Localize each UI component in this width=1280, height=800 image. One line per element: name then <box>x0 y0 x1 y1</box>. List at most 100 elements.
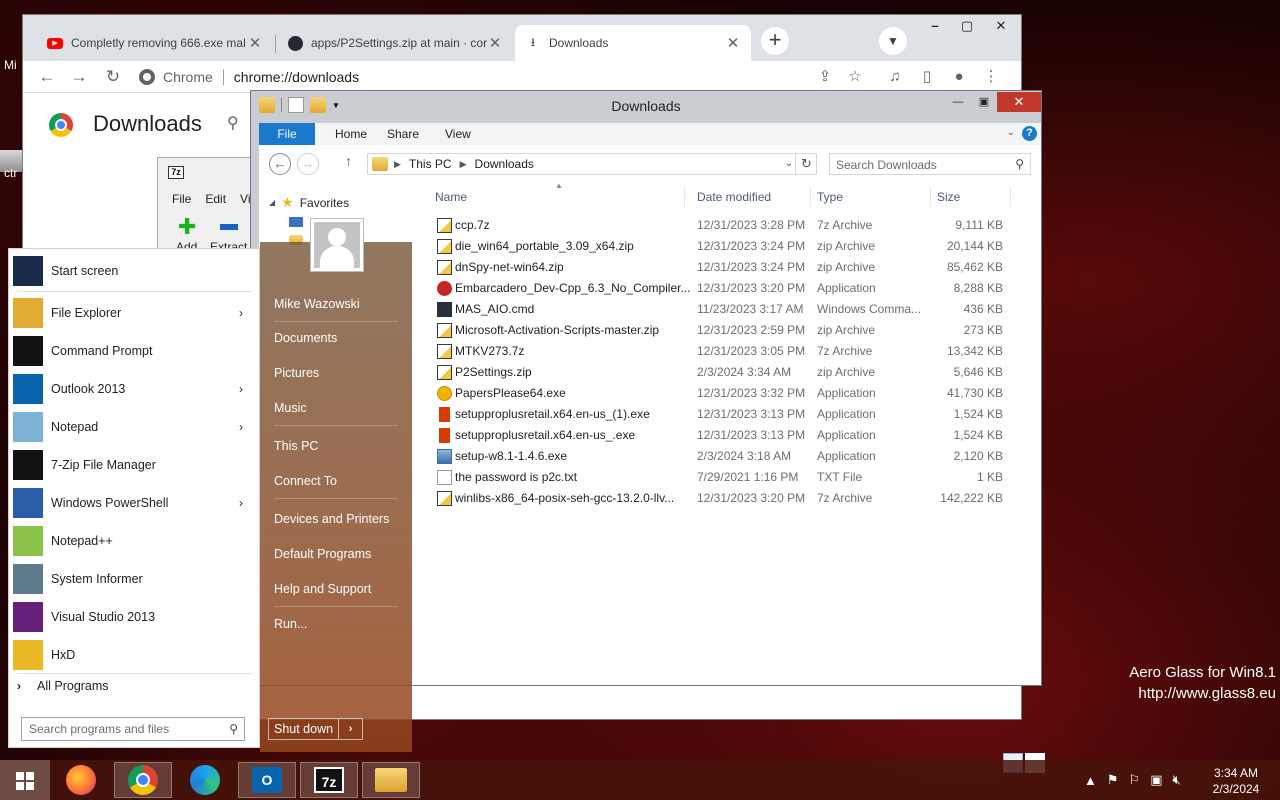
start-item-pictures[interactable]: Pictures <box>274 366 319 380</box>
show-hidden-icons-icon[interactable]: ▲ <box>1084 773 1097 788</box>
tab-home[interactable]: Home <box>321 123 381 145</box>
minimize-button[interactable]: – <box>919 15 951 37</box>
column-date[interactable]: Date modified <box>691 187 811 207</box>
new-tab-button[interactable]: + <box>761 27 789 55</box>
start-program-item[interactable]: File Explorer › <box>13 295 253 331</box>
file-row[interactable]: setupproplusretail.x64.en-us_.exe 12/31/2… <box>435 425 1025 446</box>
shutdown-options-arrow[interactable]: › <box>339 718 364 740</box>
desktop-icon-label[interactable]: Mi <box>4 58 17 72</box>
close-icon[interactable]: ✕ <box>247 34 263 52</box>
start-item-connect-to[interactable]: Connect To <box>274 474 337 488</box>
start-program-item[interactable]: Notepad › <box>13 409 253 445</box>
start-program-item[interactable]: HxD <box>13 637 253 673</box>
chevron-right-icon[interactable]: › <box>239 306 253 320</box>
file-row[interactable]: MAS_AIO.cmd 11/23/2023 3:17 AM Windows Com… <box>435 299 1025 320</box>
refresh-icon[interactable]: ↻ <box>795 153 817 175</box>
taskbar-firefox[interactable] <box>52 762 110 798</box>
up-button[interactable]: ↑ <box>345 153 352 169</box>
avatar[interactable] <box>310 218 364 272</box>
start-item-music[interactable]: Music <box>274 401 307 415</box>
tab-search-button[interactable]: ▼ <box>879 27 907 55</box>
profile-icon[interactable]: ● <box>949 67 969 87</box>
start-program-item[interactable]: Start screen <box>13 253 253 289</box>
file-row[interactable]: setupproplusretail.x64.en-us_(1).exe 12/3… <box>435 404 1025 425</box>
back-button[interactable]: ← <box>269 153 291 175</box>
desktop-icon-label[interactable]: ctr <box>4 166 17 180</box>
column-size[interactable]: Size <box>931 187 1011 207</box>
share-icon[interactable]: ⇪ <box>815 67 835 87</box>
file-row[interactable]: die_win64_portable_3.09_x64.zip 12/31/202… <box>435 236 1025 257</box>
chrome-tab-downloads[interactable]: ⭳ Downloads ✕ <box>515 25 751 61</box>
side-panel-icon[interactable]: ▯ <box>917 67 937 87</box>
start-program-item[interactable]: Notepad++ <box>13 523 253 559</box>
desktop-icon[interactable] <box>289 217 303 227</box>
taskbar-chrome[interactable] <box>114 762 172 798</box>
start-program-item[interactable]: System Informer <box>13 561 253 597</box>
close-window-button[interactable]: ✕ <box>997 92 1041 112</box>
start-program-item[interactable]: Windows PowerShell › <box>13 485 253 521</box>
file-row[interactable]: Microsoft-Activation-Scripts-master.zip 1… <box>435 320 1025 341</box>
tab-view[interactable]: View <box>431 123 485 145</box>
start-item-help-support[interactable]: Help and Support <box>274 582 371 596</box>
start-item-devices-printers[interactable]: Devices and Printers <box>274 512 389 526</box>
network-icon[interactable]: ▣ <box>1150 772 1162 788</box>
maximize-button[interactable]: ▢ <box>951 15 983 37</box>
chevron-right-icon[interactable]: › <box>239 382 253 396</box>
taskbar-clock[interactable]: 3:34 AM 2/3/2024 <box>1200 765 1272 797</box>
column-name[interactable]: Name <box>429 187 685 207</box>
close-icon[interactable]: ✕ <box>487 34 503 52</box>
start-item-documents[interactable]: Documents <box>274 331 337 345</box>
file-row[interactable]: PapersPlease64.exe 12/31/2023 3:32 PM Appl… <box>435 383 1025 404</box>
extract-icon[interactable] <box>220 224 238 230</box>
taskbar-edge[interactable] <box>176 762 234 798</box>
bookmark-star-icon[interactable]: ☆ <box>845 67 865 87</box>
file-row[interactable]: ccp.7z 12/31/2023 3:28 PM 7z Archive 9,111 … <box>435 215 1025 236</box>
start-item-default-programs[interactable]: Default Programs <box>274 547 371 561</box>
add-icon[interactable]: ✚ <box>178 216 196 238</box>
file-row[interactable]: winlibs-x86_64-posix-seh-gcc-13.2.0-llv.… <box>435 488 1025 509</box>
taskbar-outlook[interactable]: O <box>238 762 296 798</box>
column-type[interactable]: Type <box>811 187 931 207</box>
omnibox[interactable]: Chrome chrome://downloads <box>133 61 853 93</box>
chevron-right-icon[interactable]: › <box>239 420 253 434</box>
taskbar-file-explorer[interactable] <box>362 762 420 798</box>
menu-file[interactable]: File <box>172 192 191 206</box>
media-control-icon[interactable]: ♫ <box>885 67 905 87</box>
minimize-button[interactable]: — <box>945 94 971 112</box>
start-item-run[interactable]: Run... <box>274 617 307 631</box>
breadcrumb-downloads[interactable]: Downloads <box>475 157 534 171</box>
breadcrumb-this-pc[interactable]: This PC <box>409 157 452 171</box>
chevron-right-icon[interactable]: › <box>239 496 253 510</box>
close-icon[interactable]: ✕ <box>725 34 741 52</box>
menu-dots-icon[interactable]: ⋮ <box>981 67 1001 87</box>
taskbar-7zip[interactable]: 7z <box>300 762 358 798</box>
reload-button[interactable]: ↻ <box>101 65 125 89</box>
file-row[interactable]: setup-w8.1-1.4.6.exe 2/3/2024 3:18 AM Appl… <box>435 446 1025 467</box>
search-input[interactable]: Search Downloads ⚲ <box>829 153 1031 175</box>
chrome-tab-github[interactable]: apps/P2Settings.zip at main · cor ✕ <box>277 25 513 61</box>
search-icon[interactable]: ⚲ <box>227 113 239 133</box>
start-program-item[interactable]: Command Prompt <box>13 333 253 369</box>
nav-item-favorites[interactable]: ◢ ★ Favorites <box>269 194 349 211</box>
help-icon[interactable]: ? <box>1022 126 1037 141</box>
file-row[interactable]: dnSpy-net-win64.zip 12/31/2023 3:24 PM zip… <box>435 257 1025 278</box>
maximize-button[interactable]: ▣ <box>971 94 997 112</box>
start-program-item[interactable]: Visual Studio 2013 <box>13 599 253 635</box>
tab-share[interactable]: Share <box>373 123 433 145</box>
start-button[interactable] <box>0 760 50 800</box>
search-input[interactable]: Search programs and files ⚲ <box>21 717 245 741</box>
back-button[interactable]: ← <box>35 65 59 89</box>
file-row[interactable]: Embarcadero_Dev-Cpp_6.3_No_Compiler... 12… <box>435 278 1025 299</box>
forward-button[interactable]: → <box>67 65 91 89</box>
expand-ribbon-icon[interactable]: ⌄ <box>1007 127 1015 138</box>
file-row[interactable]: P2Settings.zip 2/3/2024 3:34 AM zip Archiv… <box>435 362 1025 383</box>
forward-button[interactable]: → <box>297 153 319 175</box>
all-programs-button[interactable]: › All Programs <box>17 679 109 693</box>
collapse-icon[interactable]: ◢ <box>269 198 275 207</box>
file-row[interactable]: MTKV273.7z 12/31/2023 3:05 PM 7z Archive 13… <box>435 341 1025 362</box>
tab-file[interactable]: File <box>259 123 315 145</box>
start-item-this-pc[interactable]: This PC <box>274 439 318 453</box>
file-row[interactable]: the password is p2c.txt 7/29/2021 1:16 PM… <box>435 467 1025 488</box>
address-bar[interactable]: ▶ This PC ▶ Downloads <box>367 153 817 175</box>
start-program-item[interactable]: 7-Zip File Manager <box>13 447 253 483</box>
